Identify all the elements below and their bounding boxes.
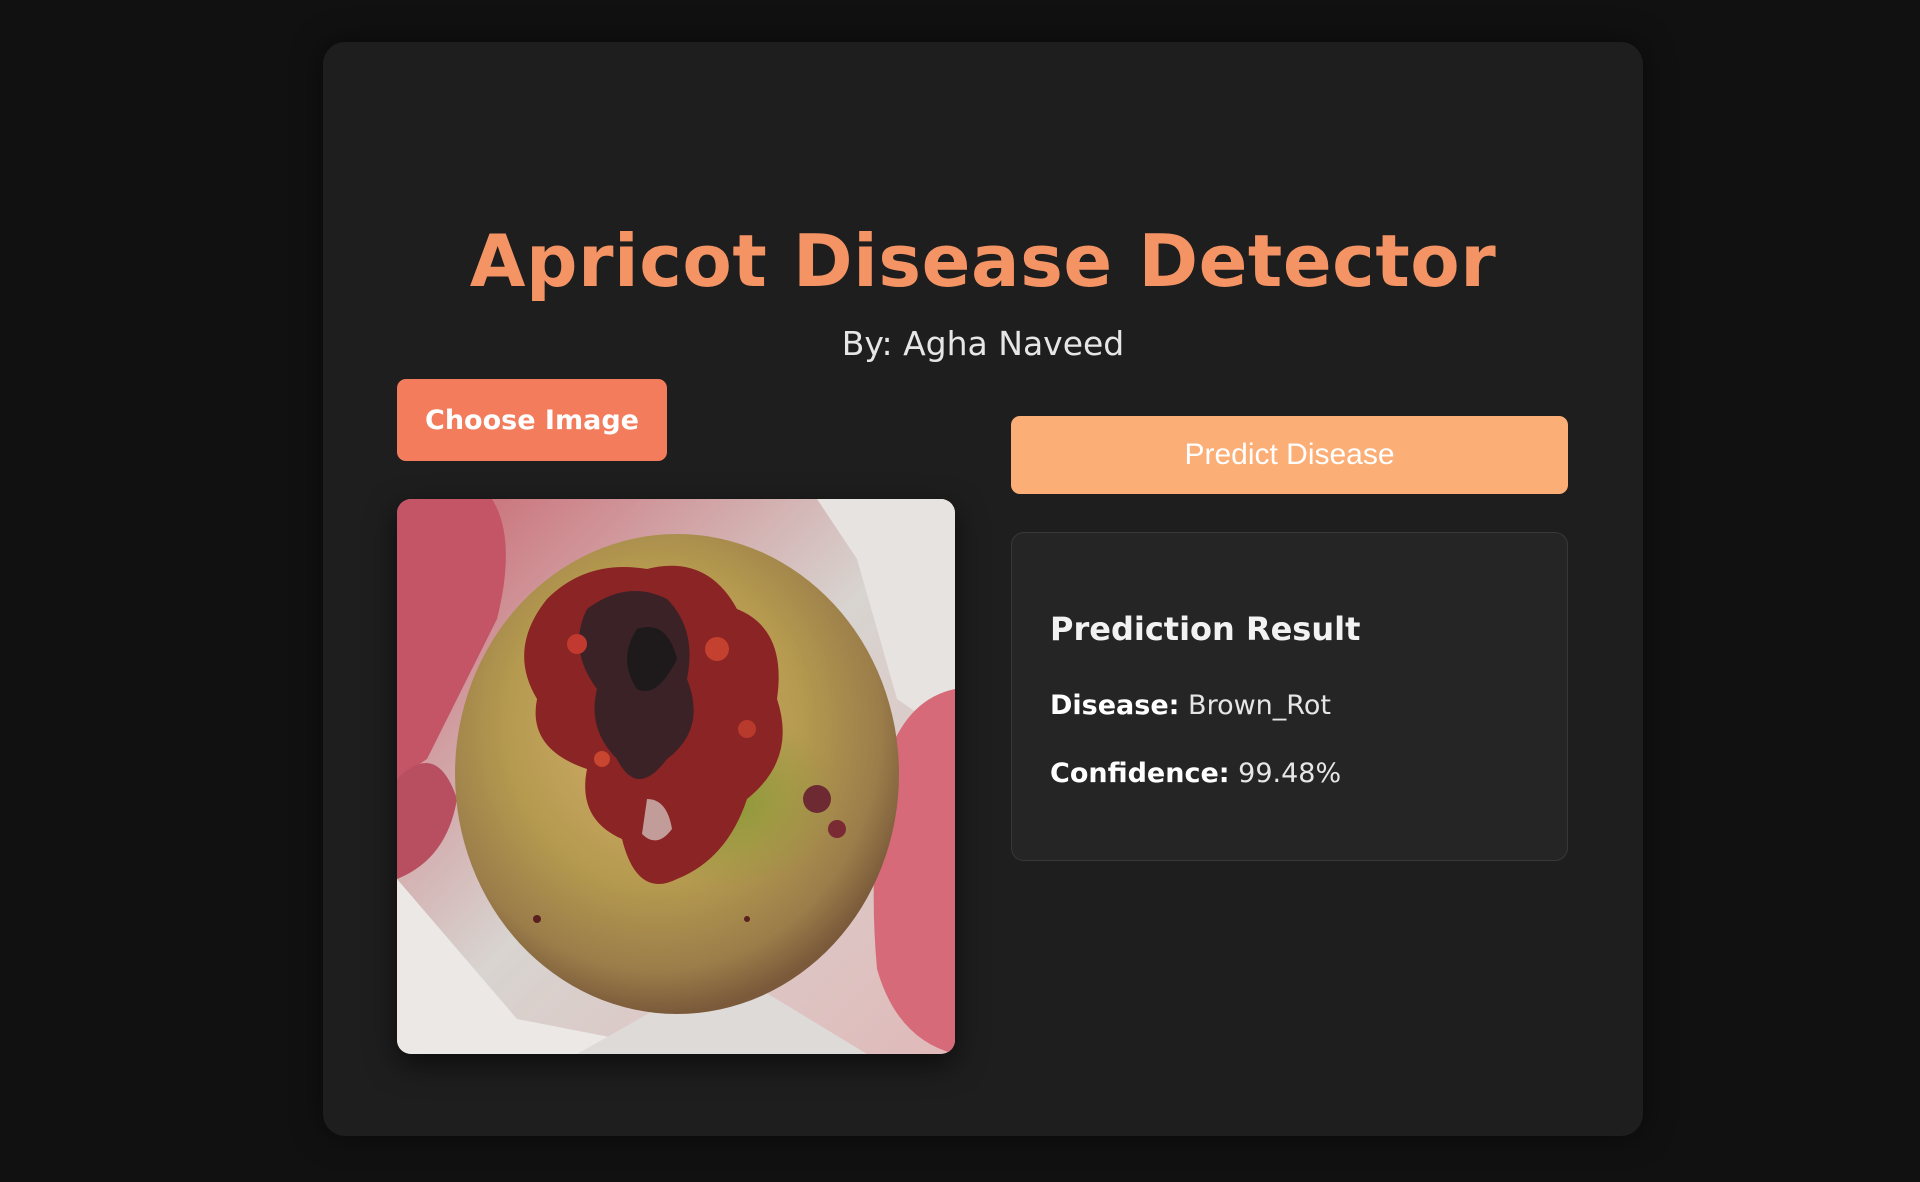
author-subtitle: By: Agha Naveed <box>841 324 1125 363</box>
result-heading: Prediction Result <box>1050 610 1361 648</box>
predict-disease-button[interactable]: Predict Disease <box>1011 416 1568 494</box>
uploaded-image-preview <box>397 499 955 1054</box>
choose-image-button[interactable]: Choose Image <box>397 379 667 461</box>
confidence-row: Confidence: 99.48% <box>1050 756 1341 792</box>
main-card: Apricot Disease Detector By: Agha Naveed… <box>323 42 1643 1136</box>
confidence-label: Confidence: <box>1050 758 1230 789</box>
prediction-result-panel: Prediction Result Disease: Brown_Rot Con… <box>1011 532 1568 861</box>
disease-label: Disease: <box>1050 690 1180 721</box>
confidence-value: 99.48% <box>1238 758 1342 789</box>
page-title: Apricot Disease Detector <box>469 219 1497 303</box>
disease-value: Brown_Rot <box>1188 690 1331 721</box>
apricot-photo <box>397 499 955 1054</box>
disease-row: Disease: Brown_Rot <box>1050 688 1331 724</box>
